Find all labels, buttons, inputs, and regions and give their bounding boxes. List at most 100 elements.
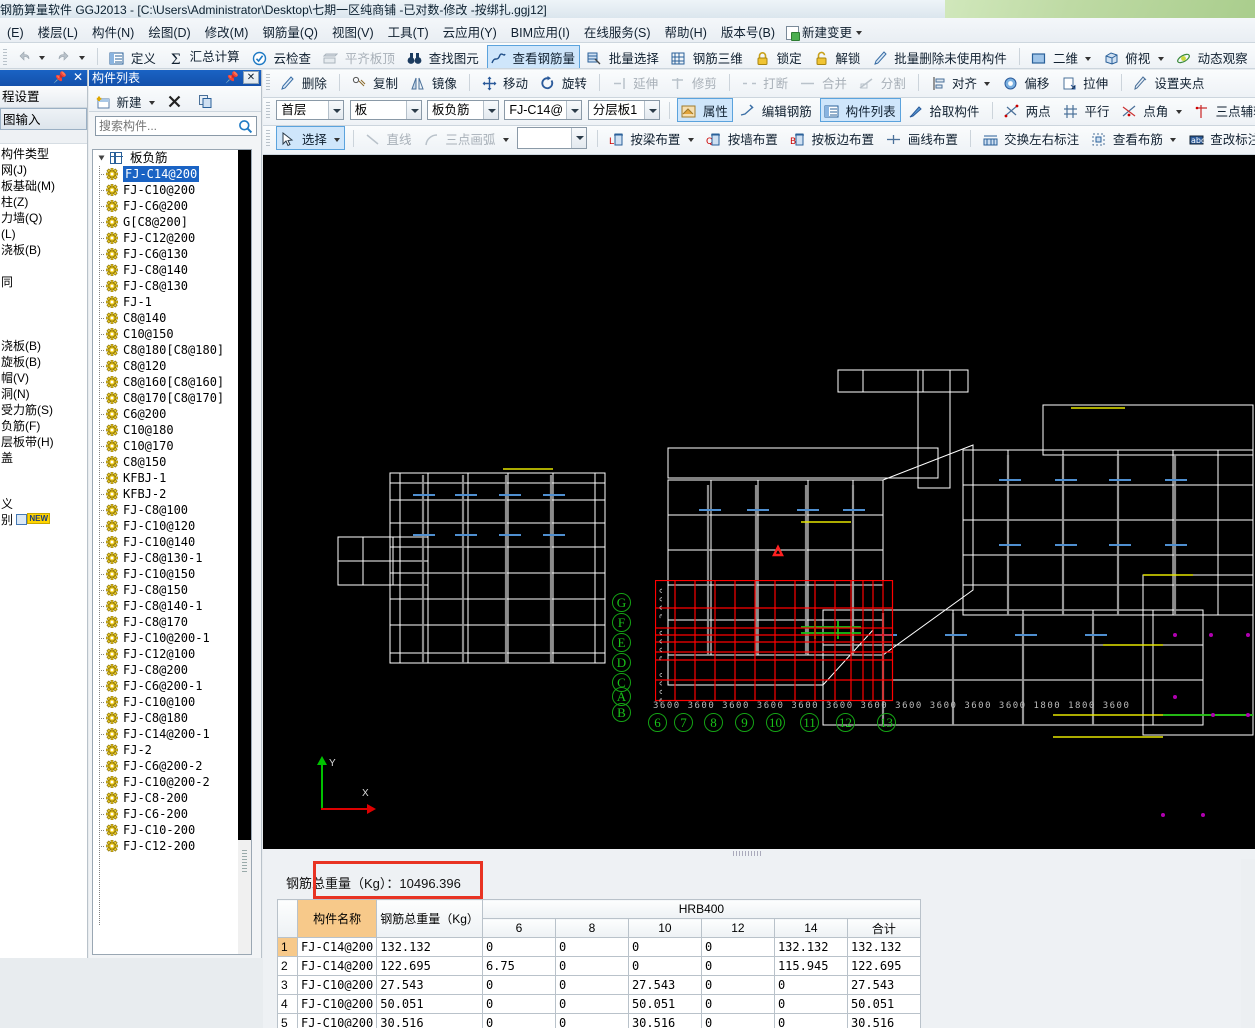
- tree-node[interactable]: FJ-C6@200: [93, 198, 251, 214]
- axis-label-7[interactable]: 7: [674, 713, 693, 732]
- pick-component-button[interactable]: 拾取构件: [904, 98, 985, 122]
- point-angle-dropdown-icon[interactable]: [1176, 110, 1182, 114]
- tree-node[interactable]: FJ-C8@140: [93, 262, 251, 278]
- table-row[interactable]: 1FJ-C14@200132.1320000132.132132.132: [278, 938, 921, 957]
- arc-tool-button[interactable]: 三点画弧: [420, 126, 514, 150]
- view-2d-dropdown-icon[interactable]: [1085, 57, 1091, 61]
- tree-node[interactable]: C10@170: [93, 438, 251, 454]
- tree-node[interactable]: FJ-C14@200-1: [93, 726, 251, 742]
- by-wall-button[interactable]: Q 按墙布置: [702, 126, 783, 150]
- tree-node[interactable]: FJ-C10@100: [93, 694, 251, 710]
- member-item-1[interactable]: 板基础(M): [0, 178, 87, 194]
- tree-node[interactable]: FJ-C8@100: [93, 502, 251, 518]
- chevron-down-icon[interactable]: [856, 31, 862, 35]
- chevron-down-icon[interactable]: [149, 101, 155, 105]
- member-item-10[interactable]: 旋板(B): [0, 354, 87, 370]
- mirror-button[interactable]: 镜像: [406, 70, 462, 94]
- search-input[interactable]: [96, 117, 228, 135]
- select-tool-button[interactable]: 选择: [276, 126, 345, 150]
- member-item-12[interactable]: 洞(N): [0, 386, 87, 402]
- top-view-button[interactable]: 俯视: [1100, 45, 1169, 69]
- axis-label-9[interactable]: 9: [735, 713, 754, 732]
- lock-button[interactable]: 锁定: [751, 45, 807, 69]
- stretch-button[interactable]: 拉伸: [1058, 70, 1114, 94]
- menu-item-floor[interactable]: 楼层(L): [31, 18, 85, 44]
- chevron-down-icon[interactable]: [483, 101, 498, 119]
- member-item-11[interactable]: 帽(V): [0, 370, 87, 386]
- view-rebar-layout-dropdown-icon[interactable]: [1170, 138, 1176, 142]
- context-toolbar-grip[interactable]: [266, 102, 270, 118]
- menu-item-member[interactable]: 构件(N): [85, 18, 141, 44]
- cloud-check-button[interactable]: 云检查: [248, 45, 316, 69]
- redo-dropdown-icon[interactable]: [79, 56, 85, 60]
- tree-node[interactable]: C8@160[C8@160]: [93, 374, 251, 390]
- break-button[interactable]: 打断: [738, 70, 794, 94]
- member-item-0[interactable]: 网(J): [0, 162, 87, 178]
- view-2d-button[interactable]: 二维: [1027, 45, 1096, 69]
- cad-canvas[interactable]: 3000 3000 3000 3000 3000 G F E D C A B 3…: [263, 155, 1255, 849]
- diameter-header-10[interactable]: 10: [628, 919, 701, 938]
- table-row[interactable]: 4FJ-C10@20050.0510050.0510050.051: [278, 995, 921, 1014]
- axis-label-12[interactable]: 12: [836, 713, 855, 732]
- member-item-2[interactable]: 柱(Z): [0, 194, 87, 210]
- chevron-down-icon[interactable]: [328, 101, 343, 119]
- edit-annotation-button[interactable]: abc 查改标注: [1185, 126, 1255, 150]
- axis-label-E[interactable]: E: [612, 633, 631, 652]
- project-settings-button[interactable]: 程设置: [0, 86, 87, 108]
- unlock-button[interactable]: 解锁: [810, 45, 866, 69]
- align-slab-top-button[interactable]: 平齐板顶: [319, 45, 400, 69]
- redo-button[interactable]: [53, 46, 89, 67]
- tree-node[interactable]: FJ-C10@200-1: [93, 630, 251, 646]
- tree-node[interactable]: FJ-C8@130: [93, 278, 251, 294]
- axis-label-G[interactable]: G: [612, 593, 631, 612]
- tree-node[interactable]: C10@150: [93, 326, 251, 342]
- axis-label-F[interactable]: F: [612, 613, 631, 632]
- offset-button[interactable]: 偏移: [999, 70, 1055, 94]
- axis-label-6[interactable]: 6: [648, 713, 667, 732]
- tree-node[interactable]: C8@150: [93, 454, 251, 470]
- tree-node[interactable]: FJ-C10@150: [93, 566, 251, 582]
- delete-button[interactable]: 删除: [276, 70, 332, 94]
- tree-node[interactable]: FJ-C8@170: [93, 614, 251, 630]
- line-tool-button[interactable]: 直线: [361, 126, 417, 150]
- close-icon[interactable]: ✕: [73, 70, 83, 84]
- table-row[interactable]: 2FJ-C14@200122.6956.75000115.945122.695: [278, 957, 921, 976]
- splitter-grip[interactable]: [733, 851, 763, 856]
- tree-node[interactable]: FJ-C8-200: [93, 790, 251, 806]
- tree-node[interactable]: FJ-2: [93, 742, 251, 758]
- diameter-header-6[interactable]: 6: [482, 919, 555, 938]
- parallel-axis-button[interactable]: 平行: [1059, 98, 1115, 122]
- member-item-15[interactable]: 层板带(H): [0, 434, 87, 450]
- search-icon[interactable]: [238, 119, 253, 137]
- tree-node[interactable]: KFBJ-1: [93, 470, 251, 486]
- layer-select[interactable]: 分层板1: [588, 100, 660, 120]
- tree-node[interactable]: FJ-C12-200: [93, 838, 251, 854]
- tree-node[interactable]: FJ-C6@200-1: [93, 678, 251, 694]
- tree-node[interactable]: FJ-C8@180: [93, 710, 251, 726]
- menu-item-online[interactable]: 在线服务(S): [577, 18, 658, 44]
- member-item-4[interactable]: (L): [0, 226, 87, 242]
- extend-button[interactable]: 延伸: [608, 70, 664, 94]
- axis-label-13[interactable]: 13: [877, 713, 896, 732]
- axis-label-8[interactable]: 8: [704, 713, 723, 732]
- tree-node[interactable]: C10@180: [93, 422, 251, 438]
- delete-component-button[interactable]: [163, 91, 190, 111]
- menu-item-version[interactable]: 版本号(B): [714, 18, 782, 44]
- tree-node[interactable]: FJ-C12@100: [93, 646, 251, 662]
- component-name-header[interactable]: 构件名称: [298, 900, 377, 938]
- three-point-axis-button[interactable]: 三点辅轴: [1190, 98, 1255, 122]
- draw-line-layout-button[interactable]: 画线布置: [882, 126, 963, 150]
- select-tool-dropdown-icon[interactable]: [334, 138, 340, 142]
- tree-node[interactable]: KFBJ-2: [93, 486, 251, 502]
- by-beam-button[interactable]: L 按梁布置: [605, 126, 699, 150]
- undo-dropdown-icon[interactable]: [39, 56, 45, 60]
- tree-node[interactable]: FJ-C6-200: [93, 806, 251, 822]
- tree-node[interactable]: FJ-C10@200-2: [93, 774, 251, 790]
- tree-node[interactable]: C8@170[C8@170]: [93, 390, 251, 406]
- canvas-report-splitter[interactable]: [263, 849, 1255, 859]
- axis-label-B[interactable]: B: [612, 703, 631, 722]
- batch-delete-unused-button[interactable]: 批量删除未使用构件: [869, 45, 1012, 69]
- tree-node[interactable]: C8@180[C8@180]: [93, 342, 251, 358]
- align-button[interactable]: 对齐: [927, 70, 996, 94]
- copy-component-button[interactable]: [194, 91, 221, 111]
